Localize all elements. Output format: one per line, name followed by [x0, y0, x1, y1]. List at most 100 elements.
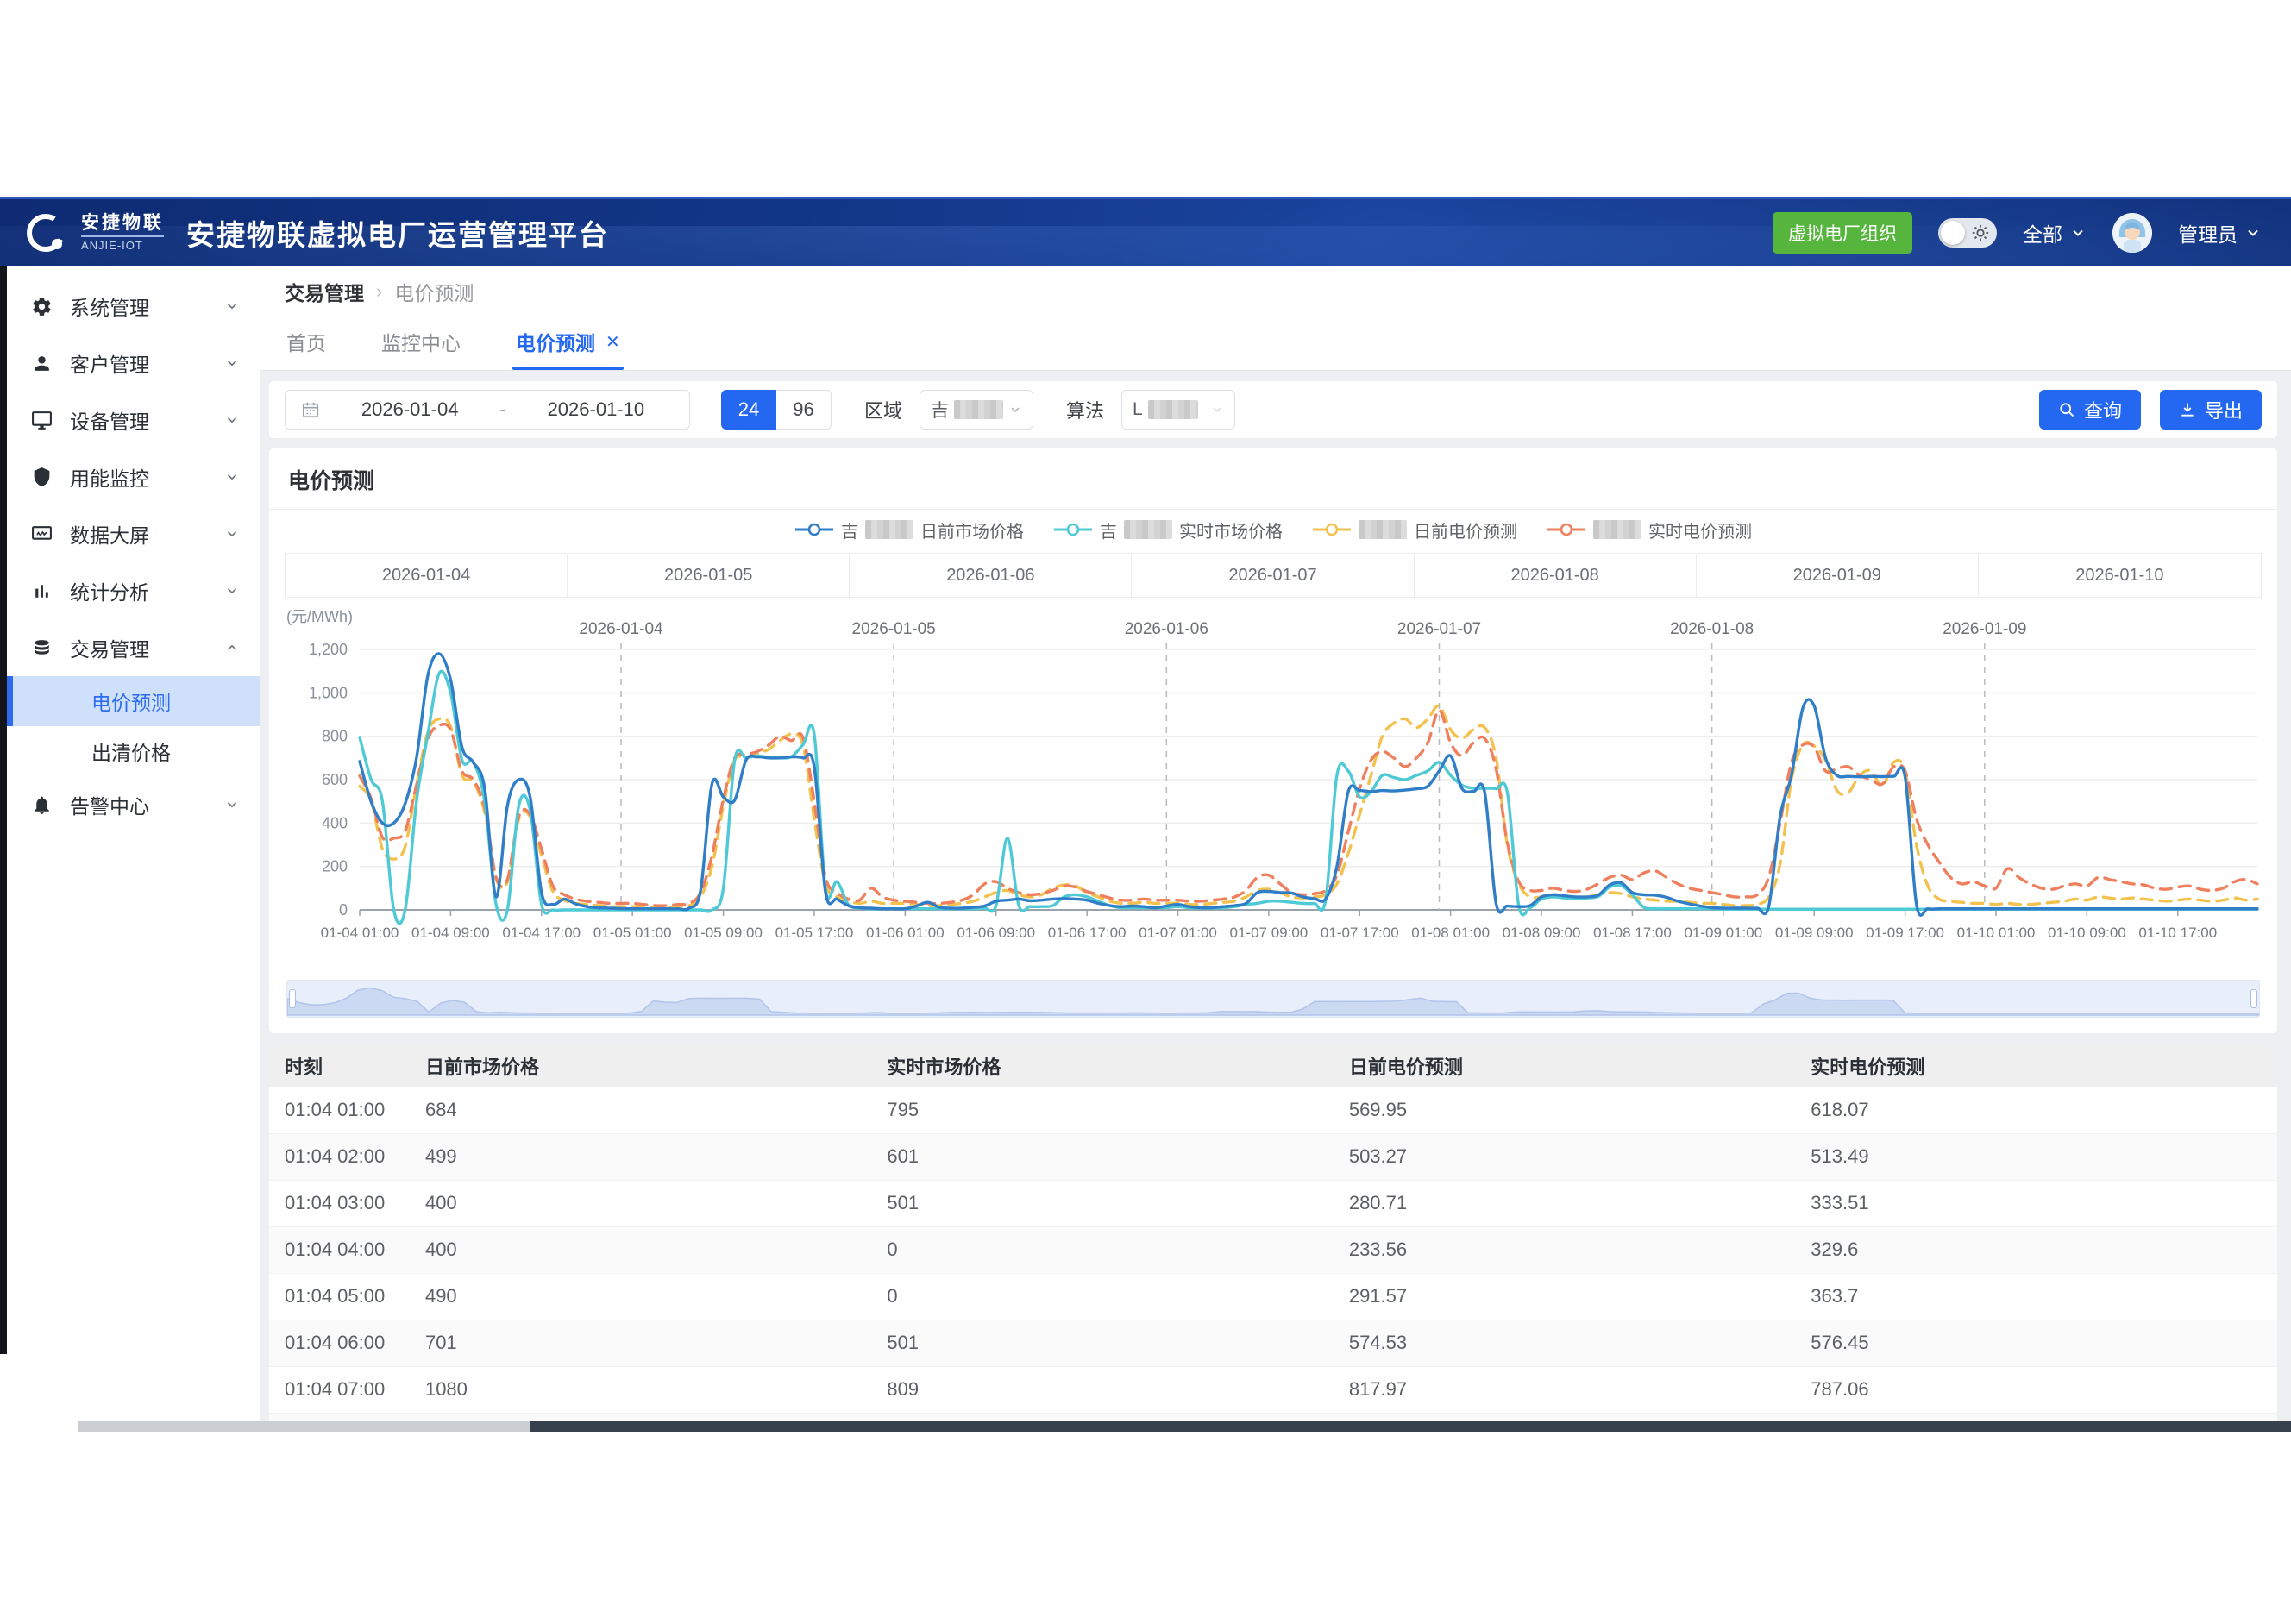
interval-96-button[interactable]: 96: [776, 390, 832, 430]
breadcrumb-section[interactable]: 交易管理: [285, 277, 364, 306]
legend-item-日前电价预测[interactable]: 日前电价预测: [1312, 517, 1517, 542]
table-cell: 01:04 06:00: [269, 1320, 410, 1366]
tab-label: 监控中心: [381, 327, 461, 356]
svg-text:2026-01-07: 2026-01-07: [1397, 620, 1481, 638]
svg-text:400: 400: [322, 814, 348, 831]
tab-首页[interactable]: 首页: [286, 327, 326, 370]
svg-text:2026-01-06: 2026-01-06: [1125, 620, 1208, 638]
tab-close-icon[interactable]: ✕: [606, 331, 620, 353]
sidebar-item-label: 设备管理: [70, 405, 149, 435]
tab-监控中心[interactable]: 监控中心: [381, 327, 461, 370]
svg-text:2026-01-08: 2026-01-08: [1670, 620, 1754, 638]
legend-redacted: [1593, 520, 1641, 539]
legend-redacted: [1124, 520, 1172, 539]
table-header: 时刻日前市场价格实时市场价格日前电价预测实时电价预测: [269, 1045, 2277, 1087]
interval-24-button[interactable]: 24: [721, 390, 776, 430]
query-button[interactable]: 查询: [2039, 390, 2141, 430]
svg-text:01-06 01:00: 01-06 01:00: [866, 925, 945, 941]
breadcrumb-separator: ›: [376, 280, 382, 303]
table-row: 01:04 04:004000233.56329.6: [269, 1226, 2277, 1273]
table-cell: 1080: [410, 1366, 871, 1413]
table-cell: 701: [410, 1320, 871, 1366]
date-header-cell: 2026-01-08: [1415, 554, 1697, 597]
table-cell: 501: [871, 1180, 1333, 1226]
chevron-down-icon: [2069, 224, 2087, 241]
user-menu[interactable]: 管理员: [2178, 218, 2262, 248]
theme-toggle[interactable]: [1938, 218, 1997, 248]
column-header-实时电价预测: 实时电价预测: [1795, 1045, 2277, 1087]
sidebar-item-交易管理[interactable]: 交易管理: [7, 619, 260, 676]
chart-date-header: 2026-01-042026-01-052026-01-062026-01-07…: [285, 553, 2262, 598]
export-button[interactable]: 导出: [2160, 390, 2262, 430]
column-header-时刻: 时刻: [269, 1045, 410, 1087]
sidebar-item-设备管理[interactable]: 设备管理: [7, 392, 260, 448]
datazoom-handle-left[interactable]: [289, 989, 296, 1008]
svg-text:600: 600: [322, 771, 348, 788]
sidebar-item-客户管理[interactable]: 客户管理: [7, 335, 260, 392]
table-cell: 574.53: [1334, 1320, 1795, 1366]
algorithm-select[interactable]: L: [1121, 390, 1235, 430]
sidebar-subitem-出清价格[interactable]: 出清价格: [7, 726, 260, 776]
legend-marker-icon: [1053, 523, 1093, 536]
svg-text:01-06 09:00: 01-06 09:00: [957, 925, 1035, 941]
legend-item-实时市场价格[interactable]: 吉实时市场价格: [1053, 517, 1283, 542]
algorithm-label: 算法: [1066, 396, 1104, 423]
table-cell: 0: [871, 1226, 1333, 1273]
page: 安捷物联 ANJIE-IOT 安捷物联虚拟电厂运营管理平台 虚拟电厂组织 全部: [0, 0, 2291, 1624]
legend-marker-icon: [794, 523, 834, 536]
datazoom-slider[interactable]: [286, 980, 2260, 1018]
user-icon: [31, 353, 53, 374]
horizontal-scrollbar-track[interactable]: [78, 1421, 530, 1432]
region-value: 吉: [931, 397, 949, 423]
avatar[interactable]: [2112, 213, 2152, 253]
chevron-down-icon: [2244, 224, 2262, 241]
horizontal-scrollbar-thumb[interactable]: [530, 1421, 2291, 1432]
sidebar-item-label: 告警中心: [70, 790, 149, 819]
vpp-org-button[interactable]: 虚拟电厂组织: [1773, 212, 1912, 254]
user-name: 管理员: [2178, 218, 2238, 248]
table-cell: 01:04 02:00: [269, 1133, 410, 1180]
sidebar-subitem-电价预测[interactable]: 电价预测: [7, 676, 260, 726]
chevron-down-icon: [1008, 403, 1022, 417]
svg-text:01-07 09:00: 01-07 09:00: [1230, 925, 1309, 941]
table-cell: 400: [410, 1226, 871, 1273]
sidebar-item-label: 交易管理: [70, 633, 149, 662]
region-select[interactable]: 吉: [920, 390, 1033, 430]
sidebar-item-数据大屏[interactable]: 数据大屏: [7, 505, 260, 562]
date-header-cell: 2026-01-06: [850, 554, 1132, 597]
table-cell: 684: [410, 1087, 871, 1133]
table-cell: 501: [871, 1320, 1333, 1366]
legend-item-日前市场价格[interactable]: 吉日前市场价格: [794, 517, 1024, 542]
svg-text:2026-01-09: 2026-01-09: [1943, 620, 2026, 638]
svg-text:2026-01-05: 2026-01-05: [852, 620, 936, 638]
sidebar-item-label: 用能监控: [70, 462, 149, 492]
table-row: 01:04 01:00684795569.95618.07: [269, 1087, 2277, 1133]
table-cell: 400: [410, 1180, 871, 1226]
sidebar-item-告警中心[interactable]: 告警中心: [7, 776, 260, 833]
datazoom-handle-right[interactable]: [2250, 989, 2257, 1008]
table-cell: 0: [871, 1273, 1333, 1320]
logo-text-en: ANJIE-IOT: [81, 237, 164, 252]
sidebar-item-label: 客户管理: [70, 348, 149, 378]
sidebar-item-系统管理[interactable]: 系统管理: [7, 278, 260, 335]
gear-icon: [31, 296, 53, 317]
chevron-down-icon: [224, 469, 240, 485]
sidebar-item-统计分析[interactable]: 统计分析: [7, 562, 260, 619]
svg-text:01-10 09:00: 01-10 09:00: [2048, 925, 2126, 941]
chevron-down-icon: [224, 583, 240, 599]
date-header-cell: 2026-01-07: [1132, 554, 1414, 597]
trade-icon: [31, 637, 53, 659]
scope-dropdown[interactable]: 全部: [2023, 218, 2087, 248]
svg-text:01-05 09:00: 01-05 09:00: [684, 925, 763, 941]
table-row: 01:04 07:001080809817.97787.06: [269, 1366, 2277, 1413]
date-range-input[interactable]: 2026-01-04 - 2026-01-10: [285, 390, 690, 430]
legend-item-实时电价预测[interactable]: 实时电价预测: [1547, 517, 1752, 542]
sidebar-item-label: 数据大屏: [70, 519, 149, 549]
tab-电价预测[interactable]: 电价预测✕: [516, 327, 620, 370]
chevron-up-icon: [224, 640, 240, 655]
sidebar-item-用能监控[interactable]: 用能监控: [7, 448, 260, 505]
column-header-实时市场价格: 实时市场价格: [871, 1045, 1333, 1087]
sidebar-item-label: 系统管理: [70, 292, 149, 321]
svg-text:2026-01-04: 2026-01-04: [579, 620, 663, 638]
page-title: 安捷物联虚拟电厂运营管理平台: [186, 212, 609, 254]
